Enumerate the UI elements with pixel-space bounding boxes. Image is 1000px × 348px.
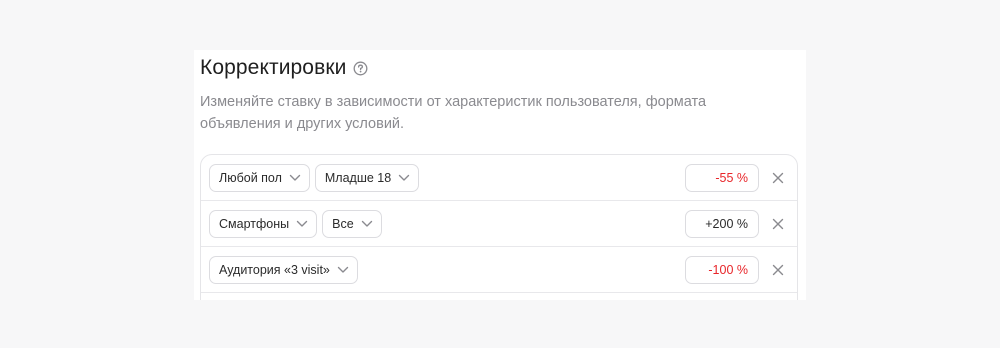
device-select-label: Смартфоны (219, 217, 290, 231)
chevron-down-icon (398, 174, 410, 182)
bid-adjustment-input[interactable]: +200 % (685, 210, 759, 238)
audience-select-label: Аудитория «3 visit» (219, 263, 330, 277)
adjustment-row: Любой пол Младше 18 -55 % (201, 155, 797, 201)
chevron-down-icon (361, 220, 373, 228)
adjustment-row: Аудитория «3 visit» -100 % (201, 247, 797, 293)
section-title: Корректировки (200, 56, 347, 79)
question-circle-icon[interactable] (353, 61, 368, 76)
age-select-label: Младше 18 (324, 171, 392, 185)
os-select[interactable]: Все (322, 210, 382, 238)
condition-chips: Любой пол Младше 18 (209, 164, 424, 192)
gender-select[interactable]: Любой пол (209, 164, 310, 192)
os-select-label: Все (332, 217, 354, 231)
close-icon[interactable] (771, 217, 785, 231)
audience-select[interactable]: Аудитория «3 visit» (209, 256, 358, 284)
description-line-1: Изменяйте ставку в зависимости от характ… (200, 94, 707, 110)
description-line-2: объявления и других условий. (200, 116, 405, 132)
age-select[interactable]: Младше 18 (314, 164, 420, 192)
adjustments-card: Корректировки Изменяйте ставку в зависим… (194, 50, 806, 300)
condition-chips: Аудитория «3 visit» (209, 256, 363, 284)
title-row: Корректировки (200, 56, 368, 80)
chevron-down-icon (289, 174, 301, 182)
bid-adjustment-input[interactable]: -100 % (685, 256, 759, 284)
chevron-down-icon (296, 220, 308, 228)
section-description: Изменяйте ставку в зависимости от характ… (200, 91, 760, 135)
condition-chips: Смартфоны Все (209, 210, 387, 238)
device-select[interactable]: Смартфоны (209, 210, 318, 238)
chevron-down-icon (337, 266, 349, 274)
adjustments-list: Любой пол Младше 18 -55 % Смартфоны Все … (200, 154, 798, 300)
gender-select-label: Любой пол (219, 171, 282, 185)
adjustment-row: Смартфоны Все +200 % (201, 201, 797, 247)
close-icon[interactable] (771, 263, 785, 277)
bid-adjustment-input[interactable]: -55 % (685, 164, 759, 192)
close-icon[interactable] (771, 171, 785, 185)
